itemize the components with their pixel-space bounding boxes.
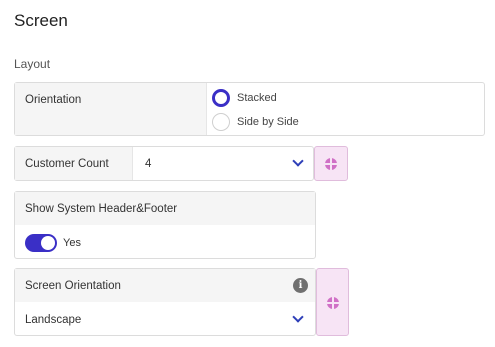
radio-label-side-by-side: Side by Side: [237, 116, 299, 128]
radio-option-stacked[interactable]: Stacked: [212, 89, 277, 107]
section-heading-layout: Layout: [14, 57, 51, 71]
chevron-down-icon[interactable]: [292, 311, 304, 323]
show-header-footer-label-cell: Show System Header&Footer: [15, 192, 315, 225]
screen-orientation-value[interactable]: Landscape: [25, 314, 81, 326]
show-header-footer-field: Show System Header&Footer Yes: [14, 191, 316, 259]
orientation-label-cell: Orientation: [15, 83, 207, 135]
chevron-down-icon[interactable]: [292, 155, 304, 167]
orientation-field: Orientation Stacked Side by Side: [14, 82, 485, 136]
screen-orientation-field: Screen Orientation i Landscape: [14, 268, 316, 336]
screen-orientation-label: Screen Orientation: [25, 280, 121, 292]
customer-count-value[interactable]: 4: [145, 158, 151, 170]
header-footer-toggle[interactable]: [25, 234, 57, 252]
customer-count-select[interactable]: Customer Count 4: [14, 146, 314, 181]
radio-checked-icon[interactable]: [212, 89, 230, 107]
customer-count-label-cell: Customer Count: [15, 147, 133, 180]
translate-button-customer-count[interactable]: [314, 146, 348, 181]
toggle-label: Yes: [63, 237, 81, 249]
customer-count-label: Customer Count: [25, 158, 109, 170]
globe-icon: [325, 158, 337, 170]
translate-button-screen-orientation[interactable]: [316, 268, 349, 336]
info-icon[interactable]: i: [293, 278, 308, 293]
toggle-knob: [41, 236, 55, 250]
screen-orientation-label-cell: Screen Orientation i: [15, 269, 315, 302]
radio-option-side-by-side[interactable]: Side by Side: [212, 113, 299, 131]
show-header-footer-label: Show System Header&Footer: [25, 203, 178, 215]
radio-unchecked-icon[interactable]: [212, 113, 230, 131]
page-title: Screen: [14, 11, 68, 30]
radio-label-stacked: Stacked: [237, 92, 277, 104]
orientation-label: Orientation: [25, 94, 82, 106]
globe-icon: [327, 297, 339, 309]
